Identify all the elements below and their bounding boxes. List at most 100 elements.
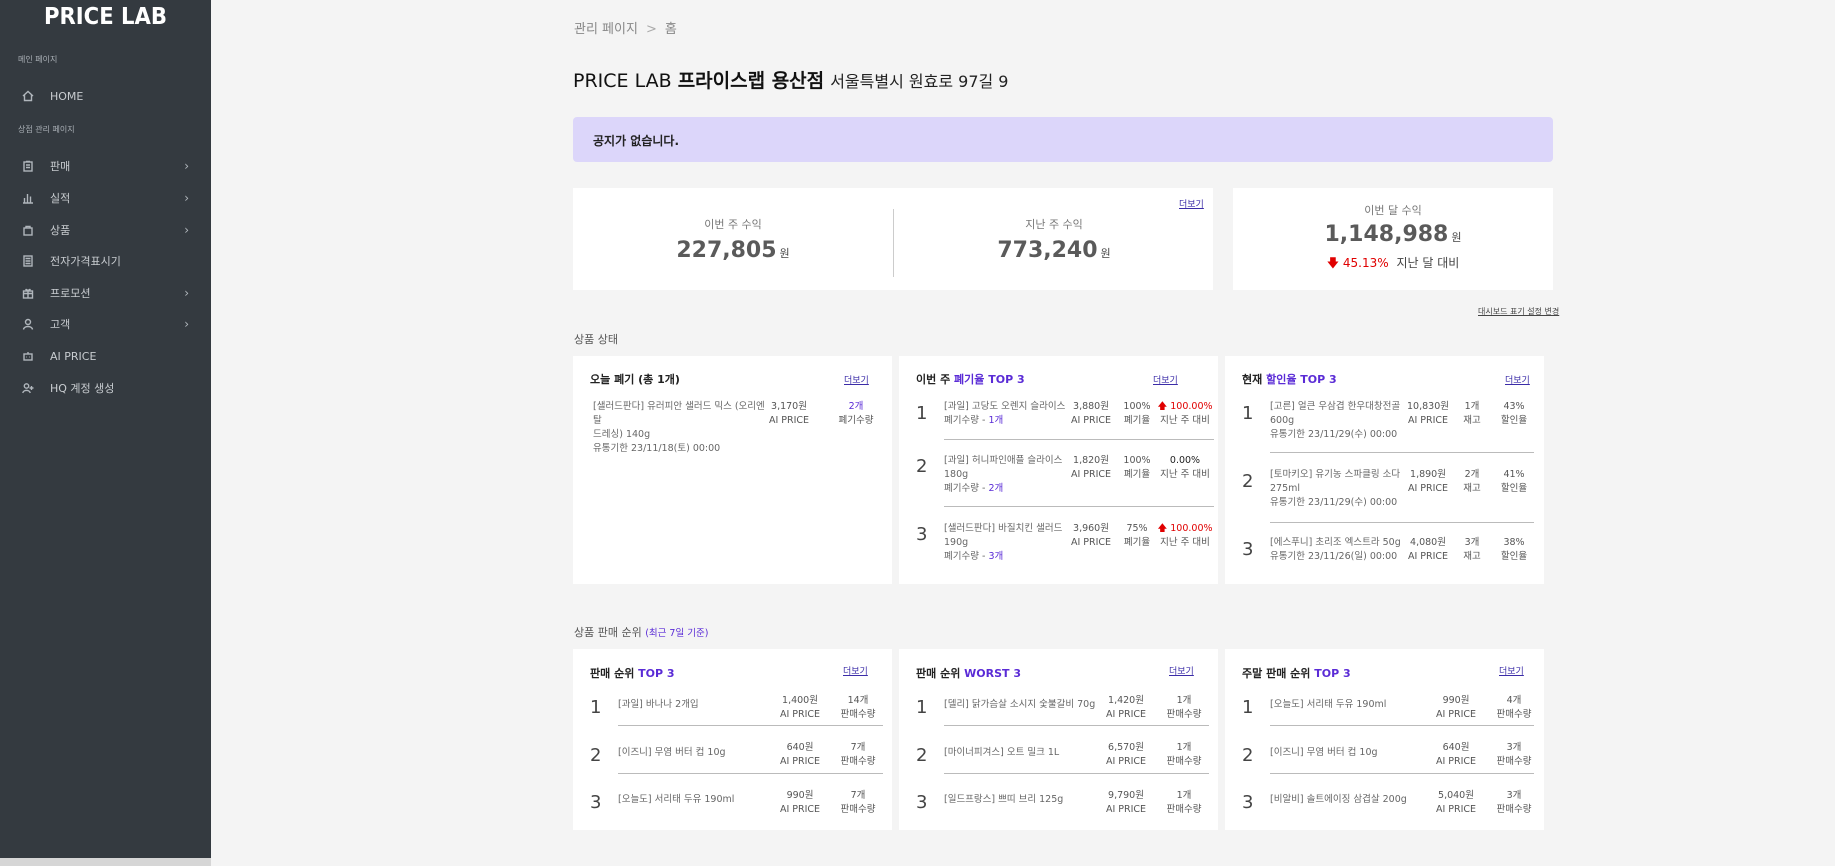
store-address: 서울특별시 원효로 97길 9 <box>830 72 1009 91</box>
change-label: 지난 주 대비 <box>1160 469 1210 480</box>
last-week-income-amount: 773,240 <box>997 238 1098 263</box>
arrow-up-icon: 🡅 <box>1157 401 1171 412</box>
dashboard-settings-link[interactable]: 대시보드 표기 설정 변경 <box>1478 306 1559 317</box>
rate-cell: 100% 폐기율 <box>1117 454 1157 482</box>
qty-value: 3개 <box>1506 790 1522 801</box>
price-value: 990원 <box>1442 695 1470 706</box>
sidebar-scrollbar[interactable] <box>0 858 211 866</box>
this-month-income-amount: 1,148,988 <box>1324 222 1449 247</box>
stock-cell: 1개 재고 <box>1452 400 1492 428</box>
product-info: [에스푸니] 초리조 엑스트라 50g 유통기한 23/11/26(일) 00:… <box>1270 536 1405 564</box>
breadcrumb-separator: > <box>645 22 657 37</box>
price-value: 1,820원 <box>1073 455 1109 466</box>
discount-cell: 38% 할인율 <box>1494 536 1534 564</box>
row-divider <box>618 725 883 726</box>
rank-number: 2 <box>916 456 928 477</box>
stock-cell: 3개 재고 <box>1452 536 1492 564</box>
disposal-rate-more-link[interactable]: 더보기 <box>1153 373 1178 386</box>
qty-value: 7개 <box>850 742 866 753</box>
rank-number: 3 <box>916 524 928 545</box>
sidebar-item-customer[interactable]: 고객 › <box>0 313 211 335</box>
qty-value: 3개 <box>1506 742 1522 753</box>
panel-title-highlight: TOP 3 <box>1314 667 1351 680</box>
product-name-line1: [고른] 얼큰 우삼겹 한우대창전골 <box>1270 401 1401 412</box>
sidebar-item-ai-price[interactable]: AI PRICE <box>0 345 211 367</box>
qty-label: 판매수량 <box>1496 709 1532 720</box>
product-name-line1: [과일] 허니파인애플 슬라이스 <box>944 455 1063 466</box>
price-cell: 1,820원 AI PRICE <box>1068 454 1114 482</box>
panel-title-prefix: 현재 <box>1242 373 1267 386</box>
disposal-more-link[interactable]: 더보기 <box>844 373 869 386</box>
price-value: 5,040원 <box>1438 790 1474 801</box>
waste-qty-label: 폐기수량 - <box>944 483 989 494</box>
app-logo[interactable]: PRICE LAB <box>8 0 202 36</box>
weekly-income-more-link[interactable]: 더보기 <box>1179 197 1204 210</box>
product-expiry: 유통기한 23/11/18(토) 00:00 <box>593 443 721 454</box>
qty-value: 2개 <box>848 401 864 412</box>
sidebar-item-performance[interactable]: 실적 › <box>0 187 211 209</box>
rank-number: 3 <box>590 792 602 813</box>
sidebar-item-label: 전자가격표시기 <box>50 255 121 268</box>
rank-number: 2 <box>916 745 928 766</box>
price-value: 640원 <box>1442 742 1470 753</box>
sidebar-item-label: HOME <box>50 89 84 103</box>
currency-unit: 원 <box>1451 231 1462 244</box>
sidebar-item-promotion[interactable]: 프로모션 › <box>0 282 211 304</box>
sales-worst3-more-link[interactable]: 더보기 <box>1169 664 1194 677</box>
rank-number: 1 <box>1242 697 1254 718</box>
sidebar-item-sales[interactable]: 판매 › <box>0 155 211 177</box>
panel-title-prefix: 이번 주 <box>916 373 955 386</box>
panel-title-highlight: 폐기율 TOP 3 <box>954 373 1025 386</box>
sales-worst3-title: 판매 순위 WORST 3 <box>916 665 1021 681</box>
month-change-pct: 45.13% <box>1342 256 1389 270</box>
qty-label: 판매수량 <box>840 804 876 815</box>
discount-more-link[interactable]: 더보기 <box>1505 373 1530 386</box>
product-info: [토마키오] 유기농 스파클링 소다 275ml 유통기한 23/11/29(수… <box>1270 468 1405 510</box>
change-cell: 0.00% 지난 주 대비 <box>1156 454 1214 482</box>
change-label: 지난 주 대비 <box>1160 537 1210 548</box>
product-name-line2: 드레싱) 140g <box>593 429 651 440</box>
price-cell: 640원 AI PRICE <box>1431 741 1481 769</box>
price-label: AI PRICE <box>779 804 821 815</box>
price-cell: 640원 AI PRICE <box>775 741 825 769</box>
sales-rank-title-text: 상품 판매 순위 <box>574 626 642 639</box>
row-divider <box>944 439 1214 440</box>
currency-unit: 원 <box>779 247 790 260</box>
product-name: [오늘도] 서리태 두유 190ml <box>1270 699 1387 710</box>
weekend-top3-more-link[interactable]: 더보기 <box>1499 664 1524 677</box>
price-label: AI PRICE <box>1407 483 1449 494</box>
robot-icon <box>21 349 35 363</box>
chevron-right-icon: › <box>184 159 189 173</box>
price-label: AI PRICE <box>1435 804 1477 815</box>
last-week-income-value: 773,240 원 <box>894 238 1214 263</box>
product-name: [일드프랑스] 쁘띠 브리 125g <box>944 794 1064 805</box>
product-name-line2: 600g <box>1270 415 1295 426</box>
sidebar-item-label: 고객 <box>50 318 71 331</box>
qty-cell: 3개 판매수량 <box>1489 741 1539 769</box>
row-divider <box>1270 725 1534 726</box>
qty-cell: 1개 판매수량 <box>1159 741 1209 769</box>
change-cell: 🡅 100.00% 지난 주 대비 <box>1156 400 1214 428</box>
product-name: [이즈니] 무염 버터 컵 10g <box>1270 747 1378 758</box>
this-week-income-amount: 227,805 <box>676 238 777 263</box>
price-value: 1,890원 <box>1410 469 1446 480</box>
arrow-up-icon: 🡅 <box>1157 523 1171 534</box>
chevron-right-icon: › <box>184 191 189 205</box>
month-change-label: 지난 달 대비 <box>1396 256 1460 270</box>
sales-top3-title: 판매 순위 TOP 3 <box>590 665 675 681</box>
panel-title-highlight: 할인율 TOP 3 <box>1266 373 1337 386</box>
sales-top3-more-link[interactable]: 더보기 <box>843 664 868 677</box>
change-value: 100.00% <box>1170 523 1213 534</box>
breadcrumb-root[interactable]: 관리 페이지 <box>574 22 638 37</box>
sidebar-item-hq-account[interactable]: HQ 계정 생성 <box>0 377 211 399</box>
stock-value: 2개 <box>1464 469 1480 480</box>
product-name-line1: [에스푸니] 초리조 엑스트라 50g <box>1270 537 1401 548</box>
product-info: [과일] 고당도 오렌지 슬라이스 폐기수량 - 1개 <box>944 400 1069 428</box>
price-value: 9,790원 <box>1108 790 1144 801</box>
notice-banner: 공지가 없습니다. <box>573 117 1553 162</box>
sidebar-item-products[interactable]: 상품 › <box>0 219 211 241</box>
sidebar-item-home[interactable]: HOME <box>0 85 211 107</box>
qty-cell: 3개 판매수량 <box>1489 789 1539 817</box>
sidebar-item-esl[interactable]: 전자가격표시기 <box>0 250 211 272</box>
disposal-item-qty: 2개 폐기수량 <box>831 400 881 428</box>
